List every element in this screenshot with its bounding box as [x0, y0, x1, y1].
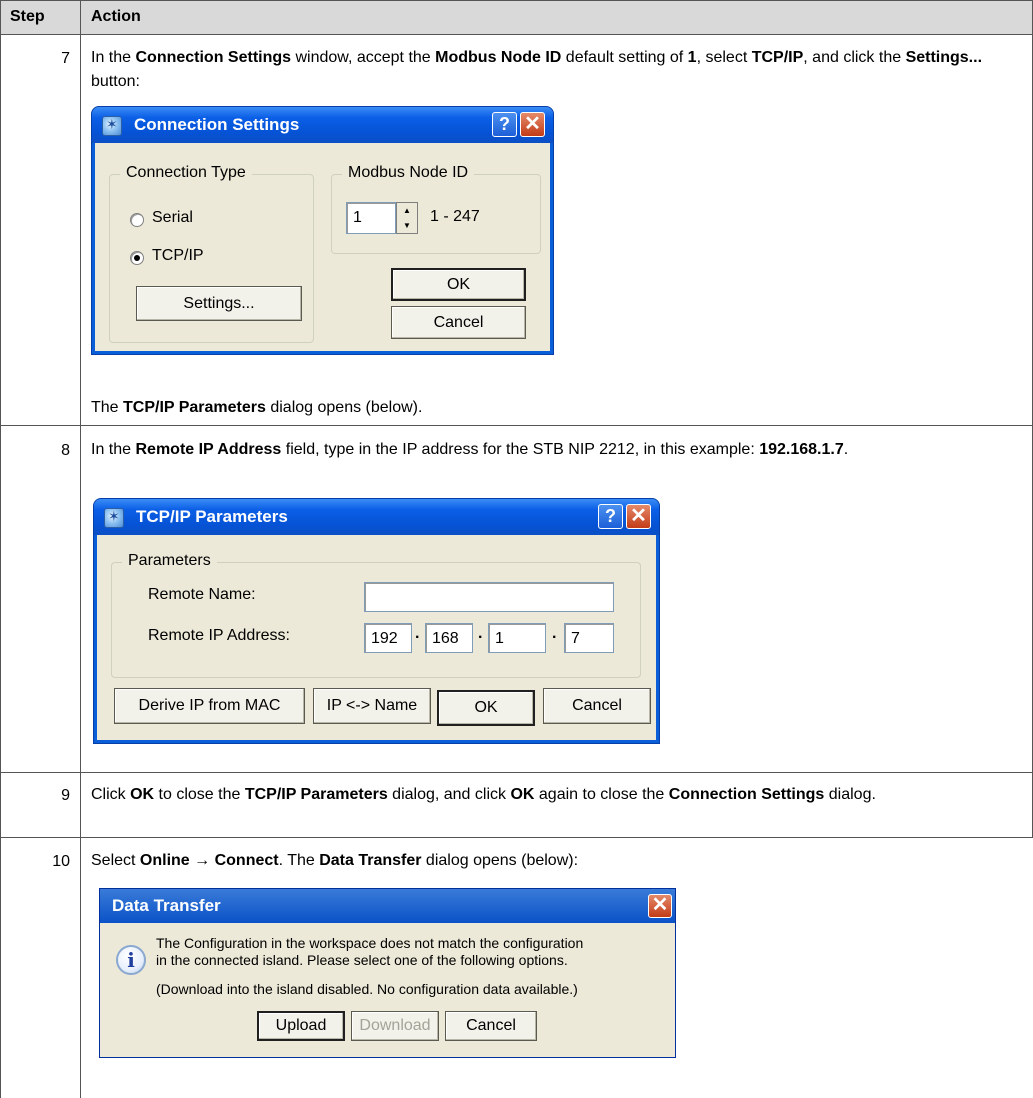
tcpip-radio[interactable] [130, 251, 144, 265]
remote-name-label: Remote Name: [148, 586, 256, 603]
table-border-left [0, 0, 1, 1098]
ip-dot: . [478, 625, 483, 642]
ip-dot: . [552, 625, 557, 642]
download-button[interactable]: Download [351, 1011, 439, 1041]
step-number: 7 [61, 50, 70, 67]
step-column-header: Step [10, 8, 45, 25]
row-divider [0, 425, 1033, 426]
dialog-body: Parameters Remote Name: Remote IP Addres… [97, 535, 656, 740]
cancel-button[interactable]: Cancel [391, 306, 526, 339]
ok-button[interactable]: OK [391, 268, 526, 301]
data-transfer-dialog: Data Transfer ✕ i The Configuration in t… [99, 888, 676, 1058]
upload-button[interactable]: Upload [257, 1011, 345, 1041]
serial-label: Serial [152, 209, 193, 226]
tcpip-label: TCP/IP [152, 247, 204, 264]
dialog-title: Connection Settings [134, 115, 300, 134]
message-line-2: in the connected island. Please select o… [156, 952, 568, 968]
connection-settings-dialog: Connection Settings ? ✕ Connection Type … [91, 106, 554, 355]
table-header-background [0, 0, 1033, 34]
ip-dot: . [415, 625, 420, 642]
dialog-body: Connection Type Serial TCP/IP Settings..… [95, 143, 550, 351]
node-id-spinner[interactable]: ▲ ▼ [396, 202, 418, 234]
message-line-3: (Download into the island disabled. No c… [156, 981, 578, 997]
step-9-instruction: Click OK to close the TCP/IP Parameters … [91, 786, 876, 803]
remote-name-input[interactable] [364, 582, 614, 612]
cancel-button[interactable]: Cancel [543, 688, 651, 724]
ip-name-button[interactable]: IP <-> Name [313, 688, 431, 724]
remote-ip-label: Remote IP Address: [148, 627, 290, 644]
step-number: 10 [52, 853, 70, 870]
action-column-header: Action [91, 8, 141, 25]
derive-ip-from-mac-button[interactable]: Derive IP from MAC [114, 688, 305, 724]
title-bar: Data Transfer ✕ [100, 889, 675, 923]
settings-button[interactable]: Settings... [136, 286, 302, 321]
group-label: Modbus Node ID [342, 164, 475, 182]
help-icon[interactable]: ? [598, 504, 623, 529]
row-divider [0, 772, 1033, 773]
spin-up-icon[interactable]: ▲ [397, 204, 417, 217]
connection-type-group: Connection Type Serial TCP/IP Settings..… [109, 164, 314, 343]
title-bar: Connection Settings ? ✕ [92, 107, 553, 143]
ip-octet-3-input[interactable]: 1 [488, 623, 546, 653]
ok-button[interactable]: OK [437, 690, 535, 726]
step-8-instruction: In the Remote IP Address field, type in … [91, 441, 849, 458]
step-number: 9 [61, 787, 70, 804]
tcpip-parameters-dialog: TCP/IP Parameters ? ✕ Parameters Remote … [93, 498, 660, 744]
table-border-top [0, 0, 1033, 1]
cancel-button[interactable]: Cancel [445, 1011, 537, 1041]
step-10-instruction: Select Online → Connect. The Data Transf… [91, 852, 579, 869]
dialog-title: Data Transfer [112, 896, 221, 915]
row-divider [0, 837, 1033, 838]
row-divider [0, 34, 1033, 35]
close-icon[interactable]: ✕ [648, 894, 672, 918]
app-icon [104, 508, 124, 528]
column-divider [80, 0, 81, 1098]
close-icon[interactable]: ✕ [626, 504, 651, 529]
group-label: Connection Type [120, 164, 252, 182]
node-id-input[interactable]: 1 [346, 202, 396, 234]
spin-down-icon[interactable]: ▼ [397, 219, 417, 232]
app-icon [102, 116, 122, 136]
step-7-result: The TCP/IP Parameters dialog opens (belo… [91, 399, 423, 416]
ip-octet-4-input[interactable]: 7 [564, 623, 614, 653]
group-label: Parameters [122, 552, 217, 570]
dialog-title: TCP/IP Parameters [136, 507, 288, 526]
serial-radio[interactable] [130, 213, 144, 227]
node-id-range: 1 - 247 [430, 208, 480, 225]
message-line-1: The Configuration in the workspace does … [156, 935, 584, 951]
modbus-node-id-group: Modbus Node ID 1 ▲ ▼ 1 - 247 [331, 164, 541, 254]
info-icon: i [116, 945, 146, 975]
step-number: 8 [61, 442, 70, 459]
parameters-group: Parameters Remote Name: Remote IP Addres… [111, 552, 641, 678]
help-icon[interactable]: ? [492, 112, 517, 137]
title-bar: TCP/IP Parameters ? ✕ [94, 499, 659, 535]
ip-octet-2-input[interactable]: 168 [425, 623, 473, 653]
close-icon[interactable]: ✕ [520, 112, 545, 137]
ip-octet-1-input[interactable]: 192 [364, 623, 412, 653]
step-7-instruction: In the Connection Settings window, accep… [91, 49, 983, 90]
